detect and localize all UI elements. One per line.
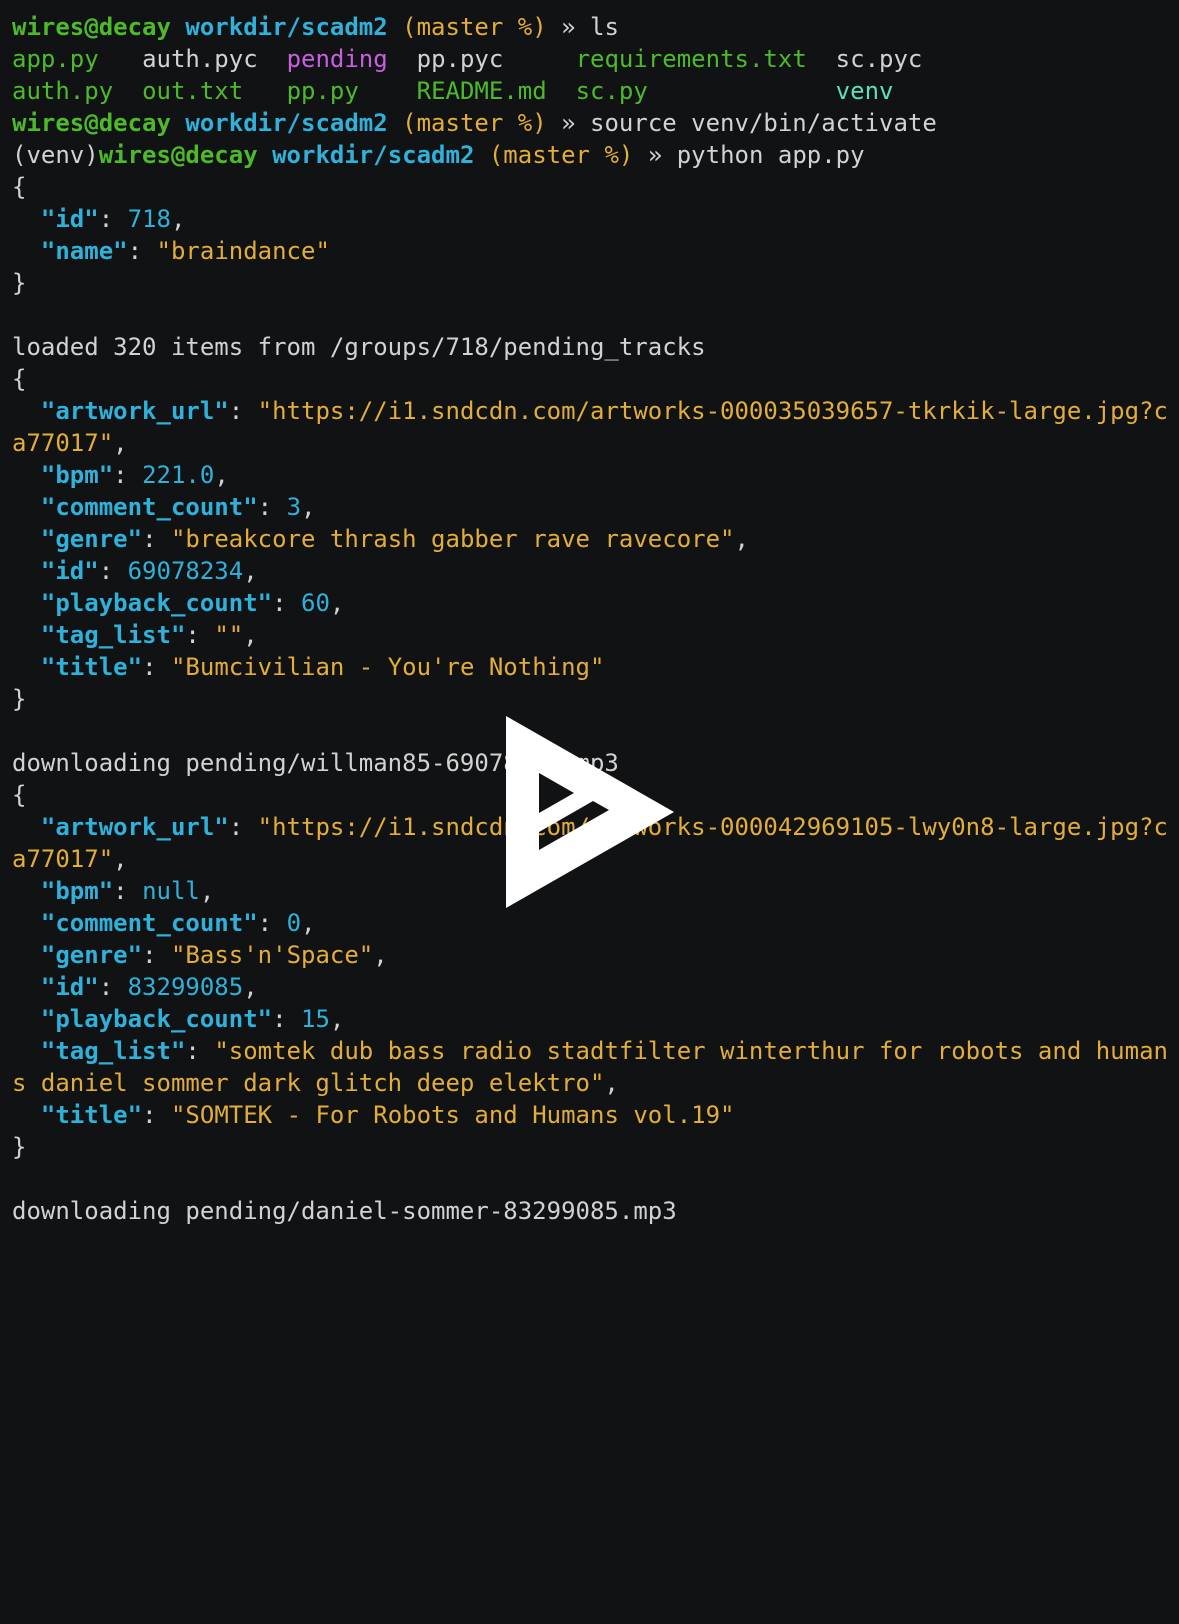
json-value: a77017" — [12, 429, 114, 457]
json-value: 60 — [301, 589, 330, 617]
file-entry: README.md — [416, 77, 547, 105]
json-field-tag-list: "tag_list": "somtek dub bass radio stadt… — [40, 1037, 1168, 1065]
json-brace: { — [12, 173, 27, 201]
json-field-name: "name": "braindance" — [40, 237, 330, 265]
prompt-line: (venv)wires@decay workdir/scadm2 (master… — [12, 139, 1179, 171]
json-value: "Bumcivilian - You're Nothing" — [170, 653, 605, 681]
prompt-path: workdir/scadm2 — [185, 13, 388, 41]
json-field-title: "title": "SOMTEK - For Robots and Humans… — [40, 1101, 735, 1129]
json-value: "breakcore thrash gabber rave ravecore" — [170, 525, 735, 553]
json-field-playback-count: "playback_count": 15, — [40, 1005, 345, 1033]
prompt-arrow: » — [647, 141, 663, 169]
prompt-branch: (master %) — [402, 109, 547, 137]
prompt-arrow: » — [561, 109, 576, 137]
prompt-user: wires@decay — [98, 141, 258, 169]
directory-entry: venv — [835, 77, 894, 105]
json-field-playback-count: "playback_count": 60, — [40, 589, 345, 617]
json-value: "somtek dub bass radio stadtfilter winte… — [214, 1037, 1168, 1065]
command-text: ls — [590, 13, 619, 41]
file-entry: out.txt — [142, 77, 244, 105]
file-entry: pp.py — [286, 77, 359, 105]
json-brace: { — [12, 365, 27, 393]
file-entry: app.py — [12, 45, 99, 73]
json-value: "SOMTEK - For Robots and Humans vol.19" — [170, 1101, 735, 1129]
json-value: "https://i1.sndcdn.com/artworks-00003503… — [257, 397, 1168, 425]
prompt-line: wires@decay workdir/scadm2 (master %) » … — [12, 11, 1179, 43]
prompt-path: workdir/scadm2 — [185, 109, 388, 137]
prompt-branch: (master %) — [402, 13, 547, 41]
json-value: 69078234 — [127, 557, 244, 585]
json-value: 718 — [127, 205, 171, 233]
json-field-id: "id": 69078234, — [40, 557, 258, 585]
directory-entry: pending — [286, 45, 388, 73]
json-value: 83299085 — [127, 973, 244, 1001]
json-value: "Bass'n'Space" — [170, 941, 374, 969]
json-field-genre: "genre": "Bass'n'Space", — [40, 941, 388, 969]
json-value: "https://i1.sndcdn.com/artworks-00004296… — [257, 813, 1168, 841]
play-logo-icon[interactable] — [506, 716, 674, 908]
file-entry: auth.py — [12, 77, 114, 105]
prompt-arrow: » — [561, 13, 576, 41]
prompt-branch: (master %) — [488, 141, 634, 169]
play-logo-icon-svg — [506, 716, 674, 908]
json-field-artwork-url: "artwork_url": "https://i1.sndcdn.com/ar… — [40, 397, 1168, 425]
ls-row: auth.py out.txt pp.py README.md sc.py ve… — [12, 75, 1179, 107]
command-text: python app.py — [676, 141, 865, 169]
json-field-id: "id": 83299085, — [40, 973, 258, 1001]
file-entry: requirements.txt — [575, 45, 807, 73]
prompt-line: wires@decay workdir/scadm2 (master %) » … — [12, 107, 1179, 139]
json-field-id: "id": 718, — [40, 205, 186, 233]
json-field-comment-count: "comment_count": 3, — [40, 493, 316, 521]
json-value: 15 — [301, 1005, 330, 1033]
file-entry: auth.pyc — [142, 45, 258, 73]
venv-indicator: (venv) — [12, 141, 99, 169]
file-entry: sc.pyc — [835, 45, 923, 73]
json-value: null — [142, 877, 200, 905]
json-value: 3 — [286, 493, 302, 521]
json-value: s daniel sommer dark glitch deep elektro… — [12, 1069, 605, 1097]
json-value: "braindance" — [156, 237, 330, 265]
json-brace: } — [12, 269, 27, 297]
command-text: source venv/bin/activate — [590, 109, 937, 137]
json-brace: } — [12, 685, 27, 713]
json-field-genre: "genre": "breakcore thrash gabber rave r… — [40, 525, 749, 553]
json-field-title: "title": "Bumcivilian - You're Nothing" — [40, 653, 605, 681]
json-value: 221.0 — [142, 461, 215, 489]
json-value: "" — [214, 621, 244, 649]
json-wrap-line: s daniel sommer dark glitch deep elektro… — [12, 1069, 619, 1097]
json-field-bpm: "bpm": 221.0, — [40, 461, 229, 489]
prompt-user: wires@decay — [12, 13, 171, 41]
json-field-tag-list: "tag_list": "", — [40, 621, 258, 649]
json-value: 0 — [286, 909, 302, 937]
file-entry: pp.pyc — [416, 45, 504, 73]
terminal-output: wires@decay workdir/scadm2 (master %) » … — [12, 11, 1179, 1227]
ls-row: app.py auth.pyc pending pp.pyc requireme… — [12, 43, 1179, 75]
file-entry: sc.py — [575, 77, 648, 105]
prompt-user: wires@decay — [12, 109, 171, 137]
download-message: downloading pending/daniel-sommer-832990… — [12, 1197, 677, 1225]
json-field-comment-count: "comment_count": 0, — [40, 909, 316, 937]
prompt-path: workdir/scadm2 — [272, 141, 475, 169]
loaded-message: loaded 320 items from /groups/718/pendin… — [12, 333, 706, 361]
json-value: a77017" — [12, 845, 114, 873]
json-wrap-line: a77017", — [12, 429, 128, 457]
json-brace: } — [12, 1133, 27, 1161]
